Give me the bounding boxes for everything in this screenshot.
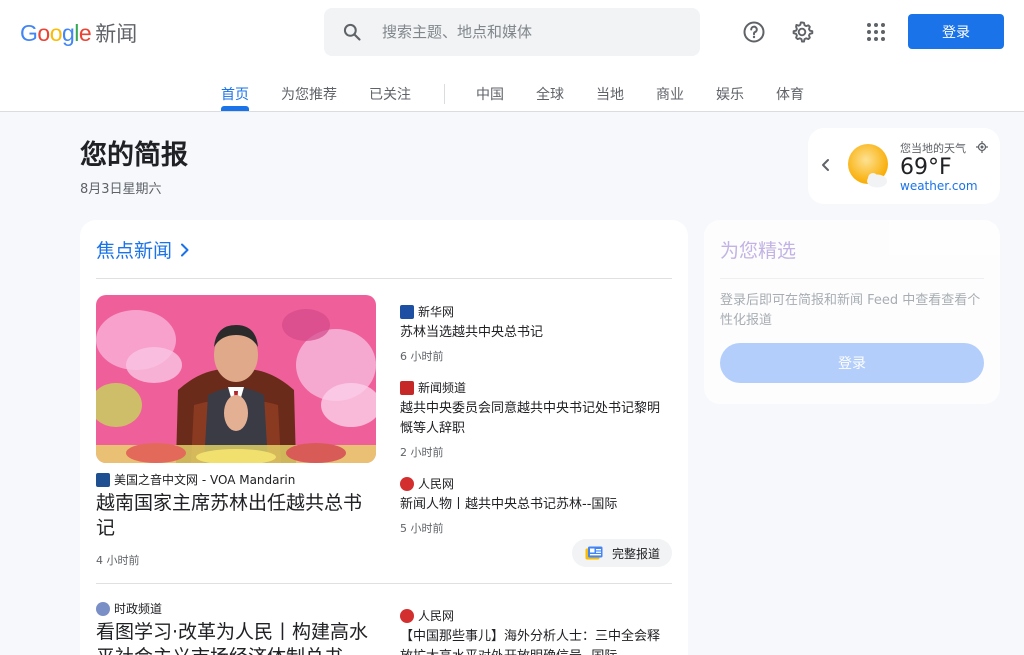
main-story-source-name: 美国之音中文网 - VOA Mandarin xyxy=(114,473,296,487)
google-news-logo[interactable]: Google 新闻 xyxy=(20,18,137,48)
second-related-source[interactable]: 人民网 xyxy=(400,607,454,624)
related-time-1: 6 小时前 xyxy=(400,350,444,363)
related-headline-1[interactable]: 苏林当选越共中央总书记 xyxy=(400,323,672,343)
related-time-3: 5 小时前 xyxy=(400,522,444,535)
tab-following[interactable]: 已关注 xyxy=(369,84,411,104)
related-source-1[interactable]: 新华网 xyxy=(400,303,454,320)
page-title: 您的简报 xyxy=(80,140,188,171)
picks-login-button[interactable]: 登录 xyxy=(720,343,984,383)
main-story-headline[interactable]: 越南国家主席苏林出任越共总书记 xyxy=(96,491,380,541)
google-wordmark: Google xyxy=(20,19,92,46)
chevron-left-icon[interactable] xyxy=(820,158,832,172)
search-input[interactable] xyxy=(382,23,662,41)
voa-logo-icon xyxy=(96,472,110,487)
peoples-daily-logo-icon xyxy=(400,608,414,623)
related-source-2[interactable]: 新闻频道 xyxy=(400,379,466,396)
tab-world[interactable]: 全球 xyxy=(536,84,564,104)
story-divider xyxy=(96,583,672,584)
related-source-name-3: 人民网 xyxy=(418,477,455,491)
tab-home[interactable]: 首页 xyxy=(221,84,249,104)
main-story-source[interactable]: 美国之音中文网 - VOA Mandarin xyxy=(96,471,295,488)
picks-description: 登录后即可在简报和新闻 Feed 中查看查看个性化报道 xyxy=(720,293,981,328)
related-headline-2[interactable]: 越共中央委员会同意越共中央书记处书记黎明慨等人辞职 xyxy=(400,399,672,439)
partly-sunny-icon xyxy=(848,144,888,188)
weather-source-link[interactable]: weather.com xyxy=(900,179,978,193)
login-button[interactable]: 登录 xyxy=(908,14,1004,49)
news-wordmark: 新闻 xyxy=(95,22,138,46)
search-box[interactable] xyxy=(324,8,700,56)
tab-business[interactable]: 商业 xyxy=(656,84,684,104)
page-date: 8月3日星期六 xyxy=(80,182,162,197)
full-coverage-button[interactable]: 完整报道 xyxy=(572,539,672,567)
picks-divider xyxy=(720,278,984,279)
main-story-image[interactable] xyxy=(96,295,376,463)
top-stories-title: 焦点新闻 xyxy=(96,240,173,262)
xinhua-logo-icon xyxy=(400,304,414,319)
tab-sports[interactable]: 体育 xyxy=(776,84,804,104)
section-tabs: 首页 为您推荐 已关注 中国 全球 当地 商业 娱乐 体育 xyxy=(0,76,1024,112)
second-related-source-name: 人民网 xyxy=(418,609,455,623)
apps-grid-icon[interactable] xyxy=(860,16,892,48)
location-icon xyxy=(976,141,988,153)
active-tab-indicator xyxy=(221,106,249,111)
peoples-daily-logo-icon xyxy=(400,476,414,491)
picks-title: 为您精选 xyxy=(720,240,797,262)
politics-channel-logo-icon xyxy=(96,601,110,616)
search-icon[interactable] xyxy=(342,22,362,42)
second-story-source-name: 时政频道 xyxy=(114,602,163,616)
weather-temperature: 69°F xyxy=(900,155,952,180)
second-story-source[interactable]: 时政频道 xyxy=(96,600,162,617)
picks-for-you-card: 为您精选 登录后即可在简报和新闻 Feed 中查看查看个性化报道 登录 xyxy=(704,220,1000,404)
related-headline-3[interactable]: 新闻人物丨越共中央总书记苏林--国际 xyxy=(400,495,672,515)
tab-divider xyxy=(444,84,445,104)
second-related-headline[interactable]: 【中国那些事儿】海外分析人士：三中全会释放扩大高水平对外开放明确信号--国际 xyxy=(400,627,672,655)
chevron-right-icon xyxy=(181,243,189,256)
related-source-name-2: 新闻频道 xyxy=(418,381,467,395)
tab-for-you[interactable]: 为您推荐 xyxy=(281,84,337,104)
top-stories-heading[interactable]: 焦点新闻 xyxy=(96,236,190,263)
tab-entertainment[interactable]: 娱乐 xyxy=(716,84,744,104)
related-source-3[interactable]: 人民网 xyxy=(400,475,454,492)
main-story-time: 4 小时前 xyxy=(96,554,140,567)
header-bar: Google 新闻 登录 首页 为您推荐 已关注 中国 全球 当地 商业 娱乐 … xyxy=(0,0,1024,112)
top-stories-card: 焦点新闻 美国之音中文网 - VOA Mandarin 越南国家主席苏林出任越共… xyxy=(80,220,688,655)
gear-icon[interactable] xyxy=(786,16,818,48)
second-story-headline[interactable]: 看图学习·改革为人民丨构建高水平社会主义市场经济体制总书 xyxy=(96,620,380,655)
related-time-2: 2 小时前 xyxy=(400,446,444,459)
full-coverage-icon xyxy=(585,546,603,560)
related-source-name-1: 新华网 xyxy=(418,305,455,319)
card-divider xyxy=(96,278,672,279)
tab-local[interactable]: 当地 xyxy=(596,84,624,104)
news-channel-logo-icon xyxy=(400,380,414,395)
weather-widget[interactable]: 您当地的天气 69°F weather.com xyxy=(808,128,1000,204)
help-icon[interactable] xyxy=(738,16,770,48)
tab-china[interactable]: 中国 xyxy=(476,84,504,104)
full-coverage-label: 完整报道 xyxy=(612,546,661,561)
weather-label: 您当地的天气 xyxy=(900,142,966,155)
